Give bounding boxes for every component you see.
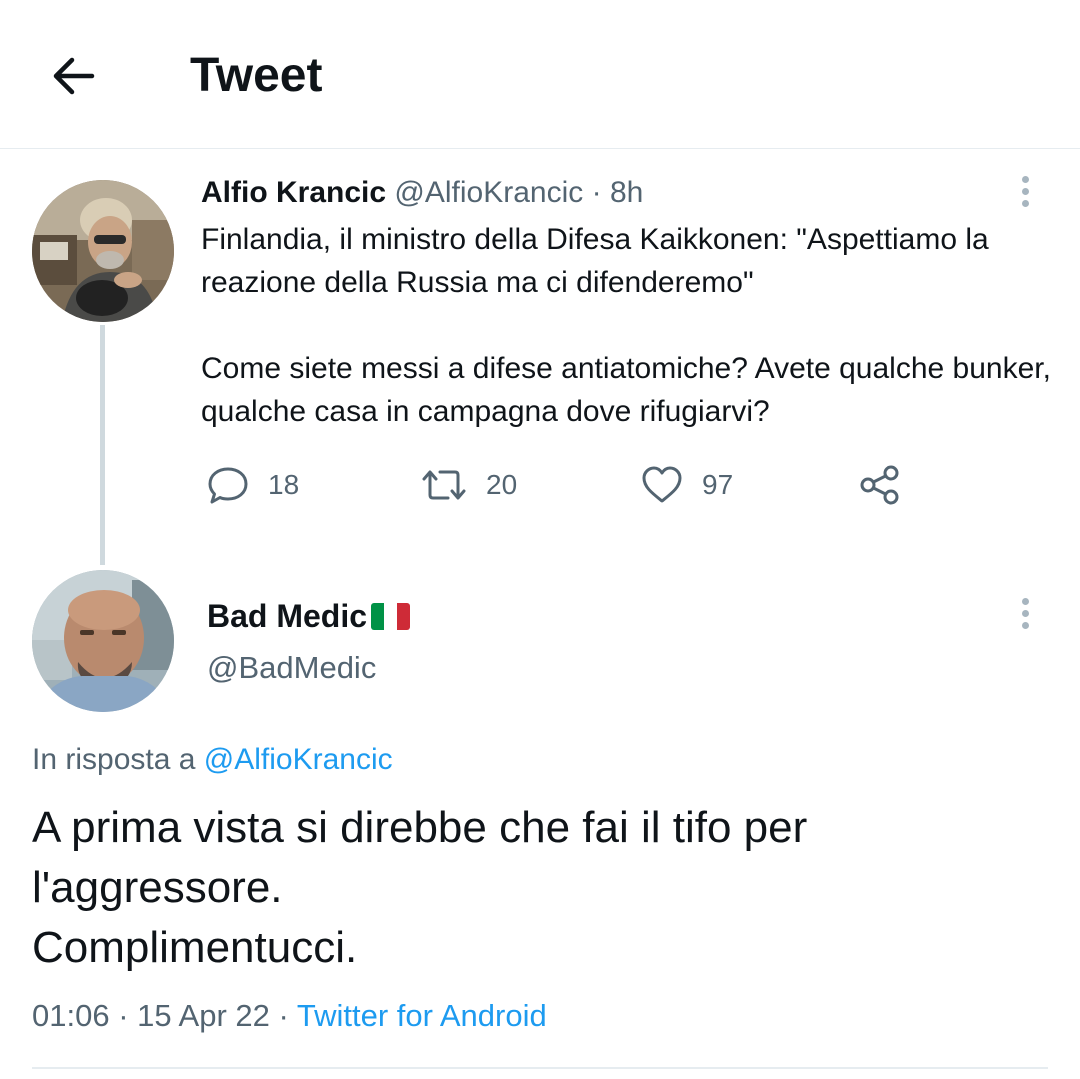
- more-icon-dot: [1022, 598, 1029, 605]
- more-icon-dot: [1022, 610, 1029, 617]
- reply-icon: [208, 467, 248, 504]
- thread-connector-line: [100, 325, 105, 565]
- reply-button[interactable]: 18: [206, 462, 299, 508]
- more-icon-dot: [1022, 176, 1029, 183]
- author-name-row: Bad Medic: [207, 596, 411, 636]
- retweet-icon: [422, 470, 466, 500]
- author-name[interactable]: Bad Medic: [207, 596, 367, 636]
- header-divider: [0, 148, 1080, 149]
- italian-flag-icon: [371, 602, 411, 630]
- retweet-button[interactable]: 20: [420, 462, 517, 508]
- author-handle[interactable]: @BadMedic: [207, 648, 376, 688]
- tweet-time[interactable]: 01:06: [32, 998, 110, 1033]
- author-handle[interactable]: @AlfioKrancic: [394, 176, 583, 209]
- back-button[interactable]: [44, 48, 104, 104]
- tweet-line: l'aggressore.: [32, 863, 283, 912]
- tweet-source-link[interactable]: Twitter for Android: [297, 998, 547, 1033]
- tweet-paragraph: Finlandia, il ministro della Difesa Kaik…: [201, 223, 989, 299]
- tweet-line: A prima vista si direbbe che fai il tifo…: [32, 803, 808, 852]
- separator: ·: [278, 998, 289, 1033]
- reply-to-link[interactable]: @AlfioKrancic: [204, 743, 393, 776]
- tweet-paragraph: Come siete messi a difese antiatomiche? …: [201, 352, 1051, 428]
- tweet-header: Alfio Krancic @AlfioKrancic · 8h: [201, 172, 643, 214]
- reply-prefix: In risposta a: [32, 743, 196, 776]
- more-options-button[interactable]: [1018, 594, 1034, 634]
- tweet-line: Complimentucci.: [32, 923, 358, 972]
- bottom-divider: [32, 1067, 1048, 1069]
- retweet-count: 20: [486, 469, 518, 500]
- avatar-photo-alfio: [32, 180, 174, 322]
- arrow-left-icon: [53, 57, 95, 95]
- heart-icon: [642, 466, 682, 503]
- tweet-date[interactable]: 15 Apr 22: [137, 998, 270, 1033]
- more-icon-dot: [1022, 200, 1029, 207]
- avatar-photo-badmedic: [32, 570, 174, 712]
- tweet-meta: 01:06 · 15 Apr 22 · Twitter for Android: [32, 995, 547, 1037]
- more-icon-dot: [1022, 188, 1029, 195]
- more-icon-dot: [1022, 622, 1029, 629]
- share-button[interactable]: [858, 462, 902, 508]
- separator: ·: [118, 998, 129, 1033]
- like-button[interactable]: 97: [640, 462, 733, 508]
- tweet-text: Finlandia, il ministro della Difesa Kaik…: [201, 218, 1061, 433]
- reply-context: In risposta a @AlfioKrancic: [32, 740, 393, 780]
- avatar[interactable]: [32, 570, 174, 712]
- more-options-button[interactable]: [1018, 172, 1034, 212]
- author-name[interactable]: Alfio Krancic: [201, 176, 386, 209]
- tweet-text: A prima vista si direbbe che fai il tifo…: [32, 798, 1032, 978]
- page-title: Tweet: [190, 49, 323, 102]
- reply-count: 18: [268, 469, 300, 500]
- share-icon: [860, 465, 899, 505]
- separator: ·: [591, 176, 602, 209]
- avatar[interactable]: [32, 180, 174, 322]
- like-count: 97: [702, 469, 734, 500]
- tweet-time[interactable]: 8h: [610, 176, 643, 209]
